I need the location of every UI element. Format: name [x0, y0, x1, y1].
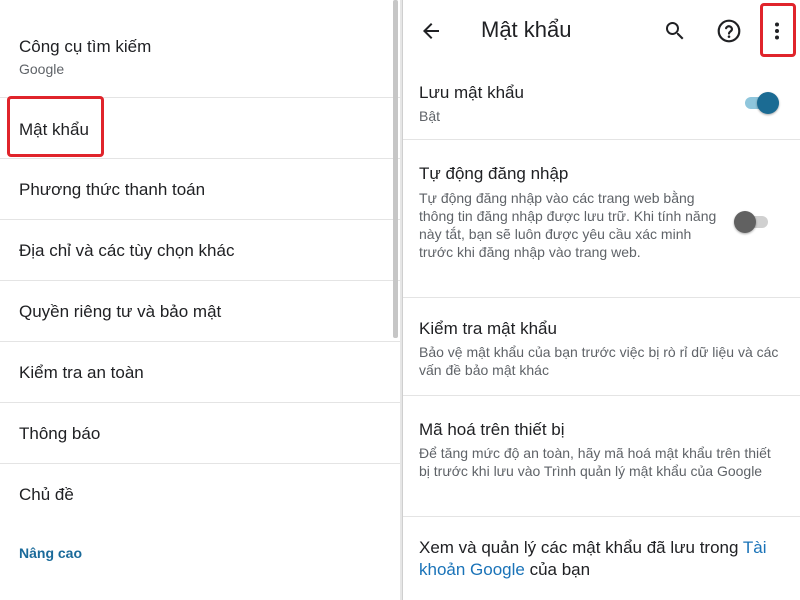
- settings-item-search-engine[interactable]: Công cụ tìm kiếm Google: [0, 0, 400, 98]
- help-icon[interactable]: [711, 13, 747, 49]
- privacy-security-label: Quyền riêng tư và bảo mật: [19, 302, 222, 321]
- settings-item-payment-methods[interactable]: Phương thức thanh toán: [0, 159, 400, 220]
- back-arrow-icon[interactable]: [413, 13, 449, 49]
- settings-item-safety-check[interactable]: Kiểm tra an toàn: [0, 342, 400, 403]
- settings-item-notifications[interactable]: Thông báo: [0, 403, 400, 464]
- settings-item-privacy-security[interactable]: Quyền riêng tư và bảo mật: [0, 281, 400, 342]
- check-passwords-title: Kiểm tra mật khẩu: [419, 319, 557, 338]
- encryption-title: Mã hoá trên thiết bị: [419, 420, 565, 439]
- save-passwords-status: Bật: [419, 108, 441, 124]
- check-passwords-setting[interactable]: Kiểm tra mật khẩu Bảo vệ mật khẩu của bạ…: [403, 298, 800, 396]
- more-vert-icon[interactable]: [759, 13, 795, 49]
- auto-signin-setting[interactable]: Tự động đăng nhập Tự động đăng nhập vào …: [403, 140, 800, 298]
- auto-signin-description: Tự động đăng nhập vào các trang web bằng…: [419, 190, 717, 260]
- settings-item-addresses[interactable]: Địa chỉ và các tùy chọn khác: [0, 220, 400, 281]
- passwords-label: Mật khẩu: [19, 120, 89, 139]
- page-title: Mật khẩu: [481, 17, 572, 42]
- payment-methods-label: Phương thức thanh toán: [19, 180, 206, 199]
- search-icon[interactable]: [657, 13, 693, 49]
- auto-signin-toggle[interactable]: [734, 210, 768, 233]
- auto-signin-title: Tự động đăng nhập: [419, 164, 569, 183]
- search-engine-label: Công cụ tìm kiếm: [19, 37, 152, 56]
- search-engine-value: Google: [19, 61, 65, 77]
- addresses-label: Địa chỉ và các tùy chọn khác: [19, 241, 235, 260]
- scrollbar[interactable]: [393, 0, 398, 338]
- passwords-page-panel: Mật khẩu Lưu mật khẩu Bật Tự động đăng n…: [402, 0, 800, 600]
- save-passwords-setting[interactable]: Lưu mật khẩu Bật: [403, 62, 800, 140]
- advanced-section-header[interactable]: Nâng cao: [19, 545, 82, 561]
- check-passwords-description: Bảo vệ mật khẩu của bạn trước việc bị rò…: [419, 344, 779, 378]
- settings-item-theme[interactable]: Chủ đề: [0, 464, 400, 525]
- on-device-encryption-setting[interactable]: Mã hoá trên thiết bị Để tăng mức độ an t…: [403, 396, 800, 517]
- theme-label: Chủ đề: [19, 485, 74, 504]
- safety-check-label: Kiểm tra an toàn: [19, 363, 144, 382]
- settings-item-passwords[interactable]: Mật khẩu: [0, 98, 400, 159]
- save-passwords-title: Lưu mật khẩu: [419, 83, 524, 102]
- encryption-description: Để tăng mức độ an toàn, hãy mã hoá mật k…: [419, 445, 771, 479]
- view-manage-passwords: Xem và quản lý các mật khẩu đã lưu trong…: [403, 517, 800, 600]
- notifications-label: Thông báo: [19, 424, 101, 443]
- app-bar: Mật khẩu: [403, 0, 800, 62]
- save-passwords-toggle[interactable]: [745, 91, 779, 114]
- settings-list-panel: Công cụ tìm kiếm Google Mật khẩu Phương …: [0, 0, 400, 600]
- view-manage-text: Xem và quản lý các mật khẩu đã lưu trong…: [419, 538, 767, 579]
